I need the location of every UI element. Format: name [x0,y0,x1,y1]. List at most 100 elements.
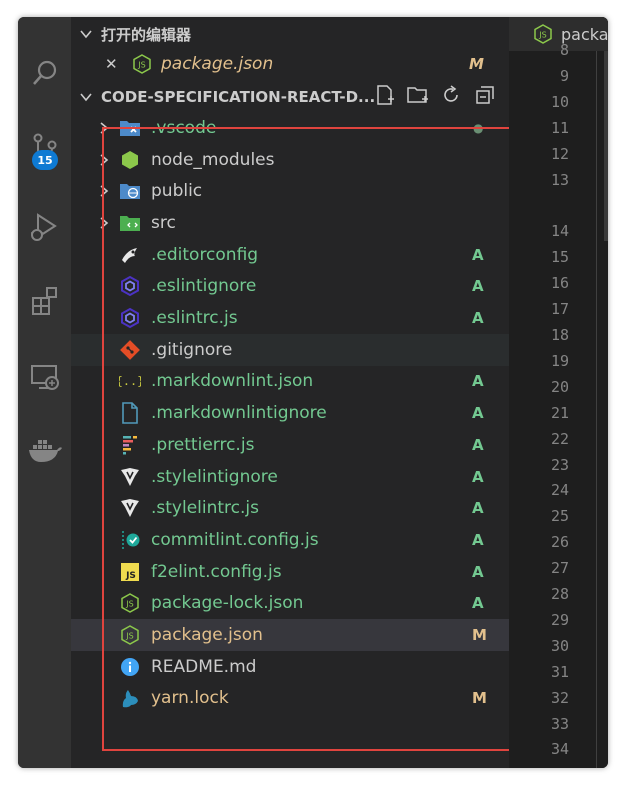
line-number: 19 [550,351,569,370]
eslint-icon [119,275,141,297]
line-number: 20 [550,377,569,396]
new-file-icon[interactable] [374,84,396,110]
file-name: .vscode [151,117,217,138]
file-name: .prettierrc.js [151,434,255,455]
chevron-right-icon[interactable] [95,182,113,200]
commitlint-icon [119,529,141,551]
open-editor-item[interactable]: ✕ JS package.json M [71,48,509,80]
activity-bar: 15 [18,17,71,768]
tree-file[interactable]: .stylelintrc.js A [71,492,509,524]
run-debug-icon[interactable] [18,203,71,251]
tree-file[interactable]: .gitignore [71,333,509,366]
git-status: ● [473,120,484,135]
git-status: A [472,499,484,518]
line-number: 9 [559,66,569,85]
json-icon: JS [119,624,141,646]
line-number: 21 [550,403,569,422]
git-status: A [472,435,484,454]
tree-file[interactable]: yarn.lock M [71,683,509,715]
chevron-right-icon[interactable] [95,214,113,232]
tree-file[interactable]: commitlint.config.js A [71,524,509,556]
line-number: 28 [550,585,569,603]
line-number: 24 [550,481,569,500]
line-number: 33 [550,714,569,733]
refresh-icon[interactable] [440,84,462,110]
line-number: 15 [550,248,569,267]
scrollbar[interactable] [604,51,608,241]
svg-text:JS: JS [125,600,133,609]
file-name: src [151,212,176,233]
line-number: 11 [550,118,569,137]
git-status: A [472,372,484,391]
line-number: 10 [550,92,569,111]
tree-file[interactable]: .prettierrc.js A [71,429,509,461]
stylelint-icon [119,497,141,519]
git-status: A [472,594,484,613]
remote-explorer-icon[interactable] [18,353,71,401]
explorer-header[interactable]: CODE-SPECIFICATION-REACT-D... [71,81,509,113]
line-number: 14 [550,222,569,241]
search-icon[interactable] [18,49,71,97]
editor-area: JS packa 8 9 10 11 12 13 14 15 16 17 18 19 20 21 22 23 2… [509,17,608,768]
file-icon [119,402,141,424]
git-status: A [472,562,484,581]
open-editors-title: 打开的编辑器 [101,25,192,44]
json-braces-icon: {..} [119,370,141,392]
tree-folder[interactable]: src [71,207,509,239]
tree-file[interactable]: .editorconfig A [71,239,509,271]
line-number: 29 [550,610,569,629]
info-icon [119,656,141,678]
tree-file[interactable]: README.md [71,651,509,683]
public-folder-icon [119,180,141,202]
source-control-badge: 15 [32,150,58,170]
file-name: .editorconfig [151,244,259,265]
file-name: f2elint.config.js [151,561,282,582]
file-name: yarn.lock [151,688,229,709]
chevron-down-icon [71,27,101,41]
file-name: public [151,181,203,202]
line-number: 34 [550,740,569,759]
json-icon: JS [119,592,141,614]
git-status: A [472,467,484,486]
docker-icon[interactable] [18,427,71,475]
extensions-icon[interactable] [18,277,71,325]
tree-file[interactable]: JS package.json M [71,619,509,651]
json-icon: JS [131,53,153,75]
file-name: .eslintignore [151,276,257,297]
close-icon[interactable]: ✕ [105,55,118,73]
git-status: M [472,689,487,708]
collapse-all-icon[interactable] [474,84,496,110]
eslint-icon [119,307,141,329]
open-editors-header[interactable]: 打开的编辑器 [71,18,509,50]
line-number: 13 [550,170,569,189]
git-status: M [472,626,487,645]
tree-file[interactable]: {..} .markdownlint.json A [71,366,509,398]
tree-file[interactable]: JS f2elint.config.js A [71,556,509,588]
line-number: 12 [550,144,569,163]
chevron-right-icon[interactable] [95,151,113,169]
line-number: 23 [550,455,569,474]
git-status: A [472,404,484,423]
file-name: .eslintrc.js [151,308,238,329]
tree-folder[interactable]: node_modules [71,144,509,176]
git-status: A [472,309,484,328]
line-number: 22 [550,429,569,448]
tree-file[interactable]: .markdownlintignore A [71,397,509,429]
line-number: 8 [559,41,569,59]
chevron-right-icon[interactable] [95,119,113,137]
new-folder-icon[interactable] [406,84,430,110]
line-number: 25 [550,507,569,526]
vscode-folder-icon [119,117,141,139]
svg-text:JS: JS [538,31,546,40]
tree-folder[interactable]: public [71,175,509,207]
node-folder-icon [119,149,141,171]
file-name: .markdownlint.json [151,371,314,392]
tree-folder[interactable]: .vscode ● [71,112,509,144]
line-number: 31 [550,662,569,681]
tree-file[interactable]: .eslintignore A [71,271,509,303]
tree-file[interactable]: JS package-lock.json A [71,588,509,620]
git-status: A [472,277,484,296]
file-name: README.md [151,656,257,677]
tree-file[interactable]: .stylelintignore A [71,461,509,493]
tree-file[interactable]: .eslintrc.js A [71,302,509,334]
